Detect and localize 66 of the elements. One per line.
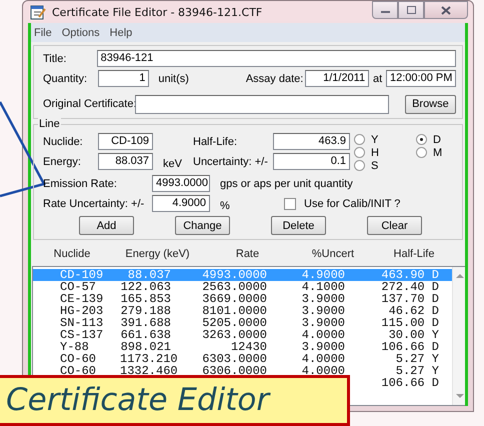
field-label: gps or aps per unit quantity: [220, 178, 353, 190]
radio-option[interactable]: S: [354, 159, 416, 172]
input-field[interactable]: 4.9000: [152, 195, 210, 212]
field-label: unit(s): [158, 72, 190, 84]
radio-option[interactable]: H: [354, 146, 416, 159]
list-row[interactable]: CO-57 122.063 2563.0000 4.1000 272.40 D: [33, 281, 452, 293]
field-label: Energy:: [43, 156, 82, 168]
input-field[interactable]: 88.037: [98, 153, 153, 170]
list-row[interactable]: CS-137 661.638 3263.0000 4.0000 30.00 Y: [33, 329, 452, 341]
list-row[interactable]: 106.66 D: [363, 377, 439, 389]
field-label: Title:: [43, 52, 68, 64]
input-field[interactable]: 0.1: [273, 153, 350, 170]
radio-option[interactable]: D: [416, 133, 456, 146]
scrollbar[interactable]: [452, 267, 465, 405]
field-label: Nuclide:: [43, 136, 84, 148]
scroll-up-icon[interactable]: [456, 273, 464, 278]
input-field[interactable]: 4993.0000: [152, 175, 210, 192]
field-label: %: [220, 200, 231, 212]
field-label: Half-Life:: [193, 136, 238, 148]
radio-option[interactable]: Y: [354, 133, 416, 146]
field-label: Assay date:: [246, 72, 304, 84]
radio-option[interactable]: M: [416, 146, 456, 159]
input-field[interactable]: [135, 94, 389, 114]
maximize-button[interactable]: [398, 1, 424, 19]
action-button[interactable]: Add: [79, 216, 134, 235]
field-label: at: [372, 72, 384, 84]
menu-item[interactable]: Options: [62, 26, 100, 38]
input-field[interactable]: CD-109: [98, 133, 153, 150]
maximize-icon: [406, 6, 416, 14]
list-row[interactable]: HG-203 279.188 8101.0000 3.9000 46.62 D: [33, 305, 452, 317]
group-label: Line: [38, 118, 61, 130]
list-row[interactable]: Y-88 898.021 12430 3.9000 106.66 D: [33, 341, 452, 353]
field-label: Rate Uncertainty: +/-: [43, 198, 146, 210]
menu-item[interactable]: Help: [110, 26, 132, 38]
field-label: keV: [163, 158, 182, 170]
list-row[interactable]: SN-113 391.688 5205.0000 3.9000 115.00 D: [33, 317, 452, 329]
column-header[interactable]: Rate: [203, 248, 292, 262]
minimize-button[interactable]: [372, 1, 398, 19]
column-header[interactable]: Nuclide: [32, 248, 112, 262]
field-label: Original Certificate:: [43, 98, 135, 110]
close-icon: [441, 6, 451, 14]
list-row[interactable]: CO-60 1173.210 6303.0000 4.0000 5.27 Y: [33, 353, 452, 365]
action-button[interactable]: Clear: [367, 216, 422, 235]
input-field[interactable]: 1: [98, 70, 150, 87]
window-title: Certificate File Editor - 83946-121.CTF: [52, 6, 262, 18]
checkbox[interactable]: Use for Calib/INIT ?: [284, 198, 400, 210]
column-header[interactable]: Energy (keV): [112, 248, 203, 262]
callout-text: Certificate Editor: [6, 382, 270, 418]
action-button[interactable]: Change: [175, 216, 230, 235]
browse-button[interactable]: Browse: [404, 94, 456, 114]
menu-item[interactable]: File: [34, 26, 52, 38]
column-header[interactable]: Half-Life: [374, 248, 454, 262]
input-field[interactable]: 1/1/2011: [305, 70, 370, 87]
field-label: Emission Rate:: [43, 178, 118, 190]
input-field[interactable]: 83946-121: [96, 50, 456, 67]
list-row[interactable]: CO-60 1332.460 6306.0000 4.0000 5.27 Y: [33, 365, 452, 377]
action-button[interactable]: Delete: [271, 216, 326, 235]
list-row[interactable]: CE-139 165.853 3669.0000 3.9000 137.70 D: [33, 293, 452, 305]
input-field[interactable]: 463.9: [273, 133, 350, 150]
close-button[interactable]: [424, 1, 468, 19]
field-label: Uncertainty: +/-: [193, 156, 269, 168]
notepad-icon: [30, 4, 46, 20]
scroll-down-icon[interactable]: [456, 394, 464, 399]
input-field[interactable]: 12:00:00 PM: [386, 70, 456, 87]
column-header[interactable]: %Uncert: [292, 248, 374, 262]
field-label: Quantity:: [43, 72, 88, 84]
